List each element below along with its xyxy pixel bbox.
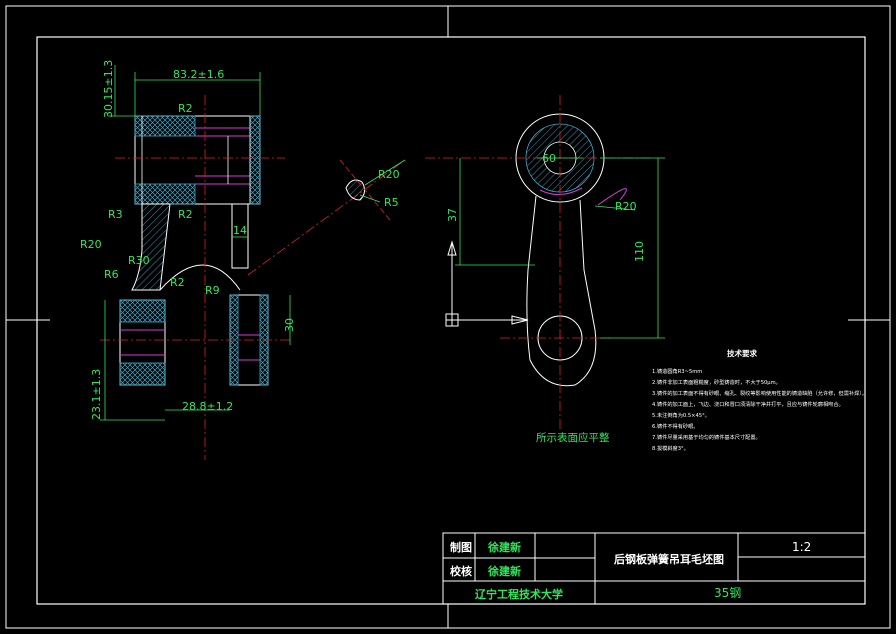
drawn-by-name: 徐建新	[487, 540, 521, 554]
tech-requirements: 技术要求 1.铸造圆角R3~5mm 2.铸件非加工表面粗糙度，砂型铸造时，不大于…	[652, 348, 867, 452]
checked-by-name: 徐建新	[487, 564, 521, 578]
dim-30-right: 30	[283, 318, 296, 332]
school-name: 辽宁工程技术大学	[475, 587, 563, 601]
dim-83: 83.2±1.6	[173, 68, 224, 81]
dim-r9: R9	[205, 284, 220, 297]
material: 35钢	[714, 586, 741, 600]
dim-60: 60	[542, 152, 556, 165]
dim-110: 110	[633, 241, 646, 262]
tech-req-item: 2.铸件非加工表面粗糙度，砂型铸造时，不大于50μm。	[652, 378, 781, 386]
right-elevation-view: 60 37 110 R20 所示表面应平整	[425, 95, 665, 444]
tech-req-title: 技术要求	[727, 348, 757, 358]
left-section-view: 83.2±1.6 30.15±1.3 R2 R3 R2 14 R20 R6 R3…	[80, 60, 406, 460]
dim-r6: R6	[104, 268, 119, 281]
tech-req-item: 8.拔模斜度3°。	[652, 444, 689, 452]
dim-r2-top: R2	[178, 102, 193, 115]
tech-req-item: 4.铸件的加工面上，飞边、浇口和冒口须清除干净并打平，且应与铸件轮廓相吻合。	[652, 400, 844, 408]
top-eye	[134, 115, 261, 205]
dim-14: 14	[233, 224, 247, 237]
tech-req-item: 3.铸件的加工表面不得有砂眼、缩孔、裂纹等影响使用性能的铸造缺陷（允许修，但需补…	[652, 389, 867, 397]
dim-r20-left: R20	[80, 238, 102, 251]
dim-37: 37	[446, 208, 459, 222]
dim-r3: R3	[108, 208, 123, 221]
dim-r2-mid: R2	[178, 208, 193, 221]
cad-drawing-canvas: 83.2±1.6 30.15±1.3 R2 R3 R2 14 R20 R6 R3…	[5, 5, 891, 629]
detail-view: R20 R5	[339, 159, 406, 221]
lower-left-eye	[119, 299, 166, 386]
dim-28: 28.8±1.2	[182, 400, 233, 413]
dim-r20-detail: R20	[378, 168, 400, 181]
tech-req-item: 1.铸造圆角R3~5mm	[652, 367, 702, 375]
tech-req-item: 5.未注倒角为0.5×45°。	[652, 411, 710, 419]
dim-r20-right: R20	[615, 200, 637, 213]
label-checked: 校核	[450, 564, 472, 578]
scale: 1:2	[792, 540, 811, 554]
surface-note: 所示表面应平整	[536, 431, 610, 444]
dim-r5: R5	[384, 196, 399, 209]
dim-r2-low: R2	[170, 276, 185, 289]
dim-30: 30.15±1.3	[102, 60, 115, 118]
tech-req-item: 6.铸件不得有砂眼。	[652, 422, 698, 430]
tech-req-item: 7.铸件尽量采用基于均匀的铸件基本尺寸配置。	[652, 433, 761, 441]
stem	[131, 203, 171, 291]
part-name: 后钢板弹簧吊耳毛坯图	[614, 552, 724, 566]
dim-23: 23.1±1.3	[90, 369, 103, 420]
label-drawn: 制图	[450, 540, 472, 554]
dim-r30: R30	[128, 254, 150, 267]
